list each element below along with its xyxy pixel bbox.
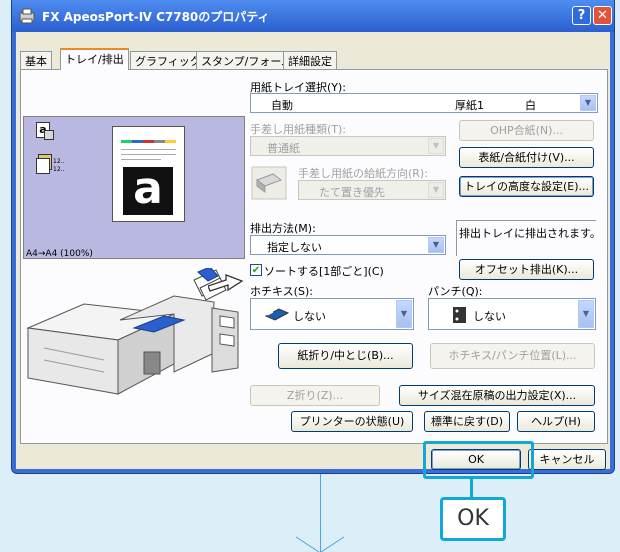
fold-button[interactable]: 紙折り/中とじ(B)... bbox=[278, 343, 413, 369]
chevron-down-icon[interactable]: ▼ bbox=[428, 237, 444, 253]
preview-pane: a 12.. 12.. a A4→A4 (100%) bbox=[23, 116, 245, 259]
manual-orient-value: たて置き優先 bbox=[319, 186, 385, 199]
callout-label-box: OK bbox=[440, 497, 506, 541]
tray-value-paper: 厚紙1 bbox=[455, 99, 484, 112]
cancel-button[interactable]: キャンセル bbox=[528, 449, 606, 470]
text-line bbox=[121, 159, 161, 160]
zfold-button: Z折り(Z)... bbox=[250, 385, 380, 406]
tab-basic[interactable]: 基本 bbox=[20, 51, 52, 69]
text-line bbox=[121, 149, 176, 150]
window-title: FX ApeosPort-Ⅳ C7780のプロパティ bbox=[42, 10, 270, 24]
stack-label-1: 12.. bbox=[53, 158, 65, 165]
callout-frame-top bbox=[423, 441, 534, 479]
sort-checkbox[interactable]: ✔ bbox=[250, 264, 262, 276]
punch-label: パンチ(Q): bbox=[428, 285, 483, 298]
tray-value-color: 白 bbox=[525, 99, 536, 112]
tab-advanced[interactable]: 詳細設定 bbox=[283, 51, 337, 69]
cover-button[interactable]: 表紙/合紙付け(V)... bbox=[459, 147, 594, 168]
manual-type-label: 手差し用紙種類(T): bbox=[250, 123, 347, 136]
punch-icon bbox=[453, 307, 466, 323]
staple-label: ホチキス(S): bbox=[250, 285, 313, 298]
chevron-down-icon: ▼ bbox=[428, 138, 444, 154]
output-info-box: 排出トレイに排出されます。 bbox=[456, 220, 601, 256]
staple-value: しない bbox=[293, 310, 326, 323]
tab-stamp-form[interactable]: スタンプ/フォーム bbox=[196, 51, 298, 69]
manual-orient-label: 手差し用紙の給紙方向(R): bbox=[298, 167, 428, 180]
printer-icon bbox=[19, 8, 35, 24]
color-bar bbox=[121, 140, 176, 143]
sort-label: ソートする[1部ごと](C) bbox=[264, 265, 384, 278]
callout-connector bbox=[470, 479, 473, 497]
printer-status-button[interactable]: プリンターの状態(U) bbox=[291, 411, 413, 432]
manual-orient-combo: たて置き優先 ▼ bbox=[298, 180, 446, 200]
output-info-text: 排出トレイに排出されます。 bbox=[459, 227, 601, 240]
ohp-button: OHP合紙(N)... bbox=[459, 120, 594, 141]
output-method-combo[interactable]: 指定しない ▼ bbox=[250, 235, 446, 255]
guide-arrow-tail bbox=[295, 536, 345, 552]
punch-value: しない bbox=[473, 310, 506, 323]
reset-default-button[interactable]: 標準に戻す(D) bbox=[424, 411, 510, 432]
staple-position-button: ホチキス/パンチ位置(L)... bbox=[430, 343, 595, 369]
tab-tray-output[interactable]: トレイ/排出 bbox=[60, 48, 129, 70]
offset-button[interactable]: オフセット排出(K)... bbox=[459, 259, 594, 280]
paper-letter-block: a bbox=[123, 167, 173, 215]
output-method-label: 排出方法(M): bbox=[250, 222, 316, 235]
tray-advanced-button[interactable]: トレイの高度な設定(E)... bbox=[459, 176, 594, 197]
tray-value-main: 自動 bbox=[271, 99, 293, 112]
arrow-icon bbox=[208, 274, 244, 292]
callout-label: OK bbox=[457, 506, 489, 531]
help-button[interactable]: ヘルプ(H) bbox=[517, 411, 595, 432]
mixed-size-button[interactable]: サイズ混在原稿の出力設定(X)... bbox=[399, 385, 595, 406]
tray-select-combo[interactable]: 自動 厚紙1 白 ▼ bbox=[250, 93, 598, 113]
staple-icon bbox=[265, 308, 289, 321]
text-line bbox=[121, 154, 176, 155]
chevron-down-icon[interactable]: ▼ bbox=[396, 300, 412, 328]
stack-icon: a 12.. 12.. bbox=[36, 122, 66, 184]
punch-combo[interactable]: しない ▼ bbox=[428, 298, 596, 330]
output-method-value: 指定しない bbox=[267, 241, 322, 254]
stack-label-2: 12.. bbox=[53, 166, 65, 173]
manual-type-value: 普通紙 bbox=[267, 142, 300, 155]
preview-paper: a bbox=[112, 126, 185, 222]
title-bar: FX ApeosPort-Ⅳ C7780のプロパティ ? ✕ bbox=[12, 0, 614, 32]
help-title-button[interactable]: ? bbox=[572, 6, 591, 25]
staple-combo[interactable]: しない ▼ bbox=[250, 298, 414, 330]
chevron-down-icon[interactable]: ▼ bbox=[578, 300, 594, 328]
chevron-down-icon: ▼ bbox=[428, 182, 444, 198]
preview-caption: A4→A4 (100%) bbox=[26, 249, 93, 259]
mini-page-shadow bbox=[44, 130, 54, 140]
manual-feed-icon bbox=[251, 166, 287, 200]
close-button[interactable]: ✕ bbox=[593, 6, 612, 25]
manual-type-combo: 普通紙 ▼ bbox=[250, 136, 446, 156]
chevron-down-icon[interactable]: ▼ bbox=[580, 95, 596, 111]
stack-page-front bbox=[36, 158, 50, 174]
paper-letter: a bbox=[133, 163, 163, 214]
